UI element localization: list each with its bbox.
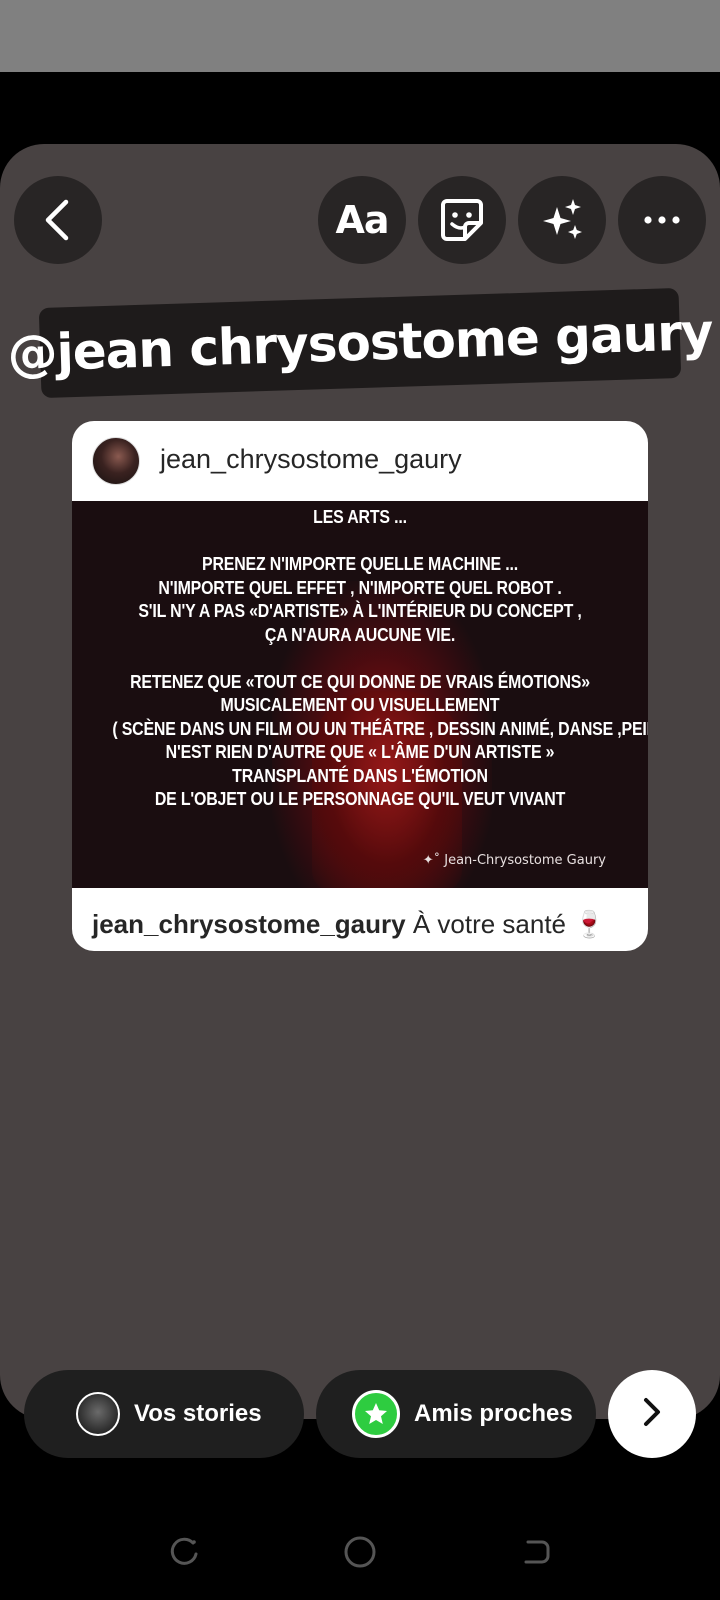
share-bar: Vos stories Amis proches [0,1368,720,1460]
chevron-left-icon [40,198,76,242]
sticker-icon [439,197,485,243]
mention-text: @jean chrysostome gaury [6,302,714,384]
close-friends-label: Amis proches [414,1400,573,1427]
post-text-line [112,529,607,553]
post-text-line: S'IL N'Y A PAS «D'ARTISTE» À L'INTÉRIEUR… [138,600,582,621]
caption-text: À votre santé 🍷 [405,909,606,939]
story-editor-canvas: Aa @jean chrysostome gaury jean_chrysost… [0,144,720,1419]
star-icon [352,1390,400,1438]
home-button[interactable] [340,1534,380,1574]
text-tool-button[interactable]: Aa [318,176,406,264]
system-nav-bar [0,1500,720,1600]
share-next-button[interactable] [608,1370,696,1458]
post-text-line: ÇA N'AURA AUCUNE VIE. [264,623,456,645]
post-text-line: MUSICALEMENT OU VISUELLEMENT [220,694,500,715]
post-header: jean_chrysostome_gaury [72,421,648,501]
caption-username: jean_chrysostome_gaury [92,909,406,939]
close-friends-button[interactable]: Amis proches [316,1370,596,1458]
post-caption: jean_chrysostome_gaury À votre santé 🍷 [92,909,606,940]
back-button[interactable] [14,176,102,264]
more-options-button[interactable] [618,176,706,264]
post-text-line: LES ARTS ... [313,506,407,527]
your-stories-button[interactable]: Vos stories [24,1370,304,1458]
post-text-line: DE L'OBJET OU LE PERSONNAGE QU'IL VEUT V… [154,788,566,809]
avatar [92,437,140,485]
post-text-line [112,646,607,670]
status-bar [0,0,720,72]
shared-post-card[interactable]: jean_chrysostome_gaury LES ARTS ... PRENE… [72,421,648,951]
effects-button[interactable] [518,176,606,264]
home-icon [343,1535,377,1574]
post-image-text: LES ARTS ... PRENEZ N'IMPORTE QUELLE MACH… [72,505,648,811]
mention-sticker[interactable]: @jean chrysostome gaury [7,287,713,399]
system-back-button[interactable] [516,1534,556,1574]
chevron-right-icon [641,1397,663,1432]
your-stories-label: Vos stories [134,1400,262,1427]
avatar [76,1392,120,1436]
sparkles-icon [537,195,587,245]
recents-icon [168,1536,200,1573]
post-text-line: N'IMPORTE QUEL EFFET , N'IMPORTE QUEL RO… [158,576,562,598]
post-text-line: TRANSPLANTÉ DANS L'ÉMOTION [232,764,488,786]
text-tool-label: Aa [335,198,389,242]
post-watermark: ✦˚ Jean-Chrysostome Gaury [422,853,606,868]
post-text-line: PRENEZ N'IMPORTE QUELLE MACHINE ... [202,553,518,574]
post-text-line: N'EST RIEN D'AUTRE QUE « L'ÂME D'UN ARTI… [165,741,555,762]
sticker-button[interactable] [418,176,506,264]
post-text-line: ( SCÈNE DANS UN FILM OU UN THÉÂTRE , DES… [112,717,648,739]
post-text-line: RETENEZ QUE «TOUT CE QUI DONNE DE VRAIS … [130,670,590,692]
more-horizontal-icon [642,214,682,226]
back-icon [520,1536,552,1573]
recents-button[interactable] [164,1534,204,1574]
post-username: jean_chrysostome_gaury [160,444,462,474]
post-image: LES ARTS ... PRENEZ N'IMPORTE QUELLE MACH… [72,501,648,888]
